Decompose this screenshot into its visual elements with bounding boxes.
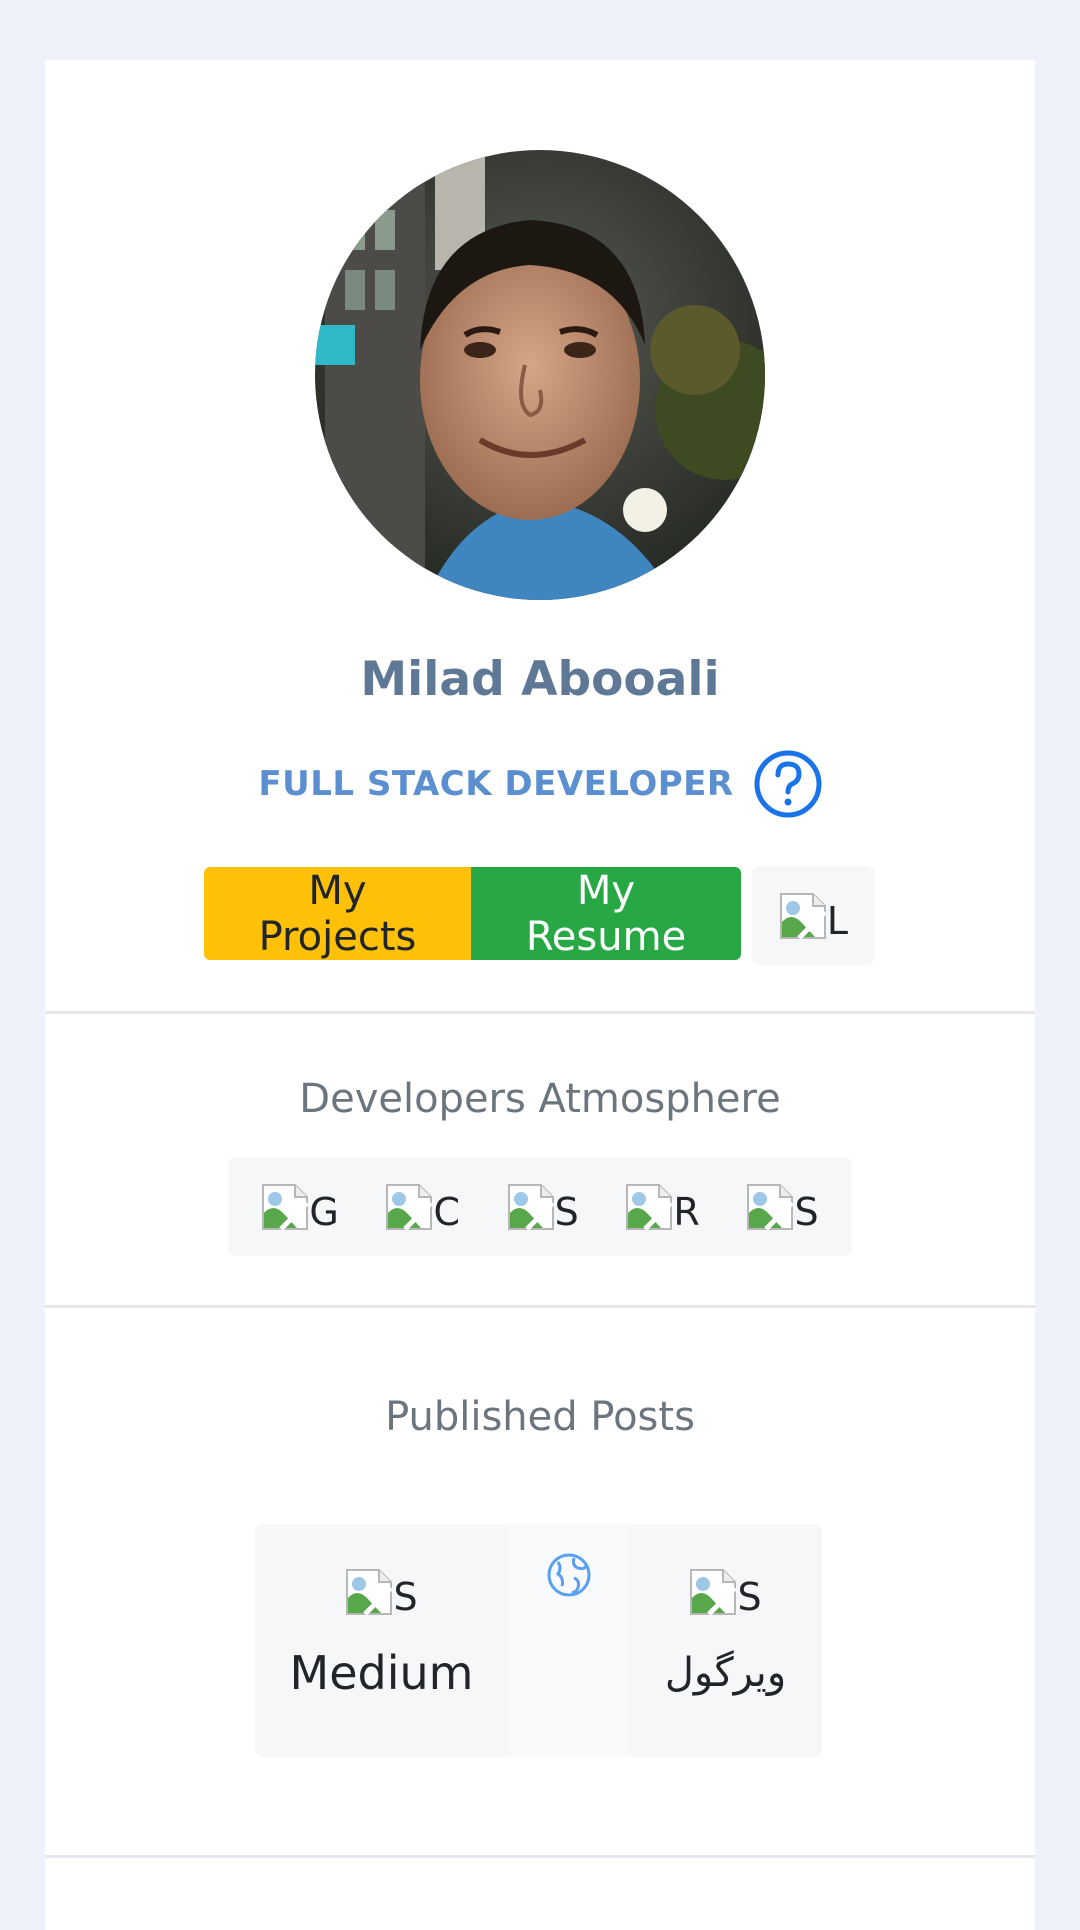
atmosphere-link-c[interactable]: C [385, 1183, 460, 1231]
action-buttons: My Projects My Resume [204, 867, 741, 960]
profile-card: Milad Abooali FULL STACK DEVELOPER My Pr… [45, 60, 1035, 1930]
broken-image-icon [690, 1569, 738, 1616]
role-row: FULL STACK DEVELOPER [45, 750, 1035, 818]
atmosphere-link-s2[interactable]: S [746, 1183, 819, 1231]
avatar [315, 150, 765, 600]
divider [45, 1305, 1035, 1308]
published-posts-title: Published Posts [385, 1394, 695, 1440]
post-globe[interactable] [508, 1524, 629, 1757]
post-virgool[interactable]: S ویرگول [629, 1524, 822, 1757]
question-mark-icon[interactable] [754, 750, 822, 818]
language-switch[interactable]: L [752, 866, 875, 965]
language-image[interactable]: L [779, 892, 848, 940]
profile-photo [315, 150, 765, 600]
atmosphere-link-s[interactable]: S [507, 1183, 579, 1231]
divider [45, 1011, 1035, 1014]
broken-image-icon [346, 1569, 394, 1616]
broken-image-icon [507, 1183, 555, 1231]
my-resume-button[interactable]: My Resume [471, 867, 741, 960]
medium-label: Medium [289, 1646, 474, 1700]
my-projects-button[interactable]: My Projects [204, 867, 471, 960]
atmosphere-title: Developers Atmosphere [299, 1076, 781, 1122]
globe-icon [547, 1553, 590, 1597]
medium-image: S [345, 1568, 418, 1616]
profile-name: Milad Abooali [360, 652, 720, 707]
atmosphere-links: G C S R S [228, 1157, 852, 1256]
virgool-label: ویرگول [664, 1650, 787, 1696]
broken-image-icon [626, 1183, 674, 1231]
broken-image-icon [386, 1183, 434, 1231]
virgool-image: S [689, 1568, 762, 1616]
broken-image-icon [747, 1183, 795, 1231]
divider [45, 1855, 1035, 1858]
post-medium[interactable]: S Medium [255, 1524, 508, 1757]
atmosphere-link-g[interactable]: G [261, 1183, 339, 1231]
atmosphere-link-r[interactable]: R [625, 1183, 700, 1231]
broken-image-icon [779, 892, 827, 940]
posts-row: S Medium S ویرگول [255, 1524, 822, 1757]
role-title: FULL STACK DEVELOPER [258, 764, 734, 804]
broken-image-icon [262, 1183, 310, 1231]
